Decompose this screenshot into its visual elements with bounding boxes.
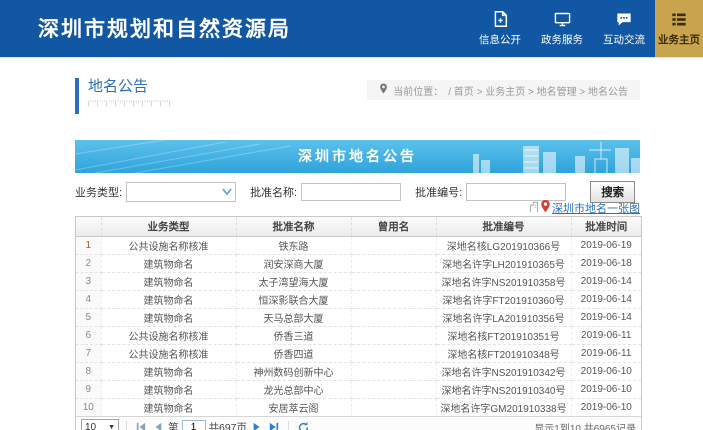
table-row[interactable]: 3建筑物命名太子湾望海大厦深地名许字NS201910358号2019-06-14 <box>76 273 641 291</box>
column-header-code: 批准编号 <box>436 217 571 237</box>
breadcrumb-path[interactable]: / 首页 > 业务主页 > 地名管理 > 地名公告 <box>448 83 628 98</box>
nav-business-home[interactable]: 业务主页 <box>655 0 703 57</box>
building-icon <box>529 200 539 216</box>
site-title: 深圳市规划和自然资源局 <box>38 13 291 43</box>
app-header: 深圳市规划和自然资源局 信息公开 政务服务 互动交流 <box>0 0 703 57</box>
column-header-date: 批准时间 <box>571 217 641 237</box>
code-filter-label: 批准编号: <box>415 184 462 200</box>
page-size-select[interactable]: 10 ▼ <box>81 419 119 430</box>
map-link-label: 深圳市地名一张图 <box>552 200 640 216</box>
next-page-button[interactable] <box>250 422 264 430</box>
total-pages-label: 共697页 <box>209 420 248 430</box>
pagination-bar: 10 ▼ 第 共697页 显示1到10,共6965记录 <box>76 416 641 430</box>
page-number-input[interactable] <box>182 420 206 430</box>
table-row[interactable]: 10建筑物命名安居萃云阁深地名许字GM201910338号2019-06-10 <box>76 399 641 417</box>
pagination-summary: 显示1到10,共6965记录 <box>534 420 636 430</box>
map-pin-icon <box>540 199 551 216</box>
map-link-row: 深圳市地名一张图 <box>75 199 640 215</box>
breadcrumb: 当前位置： / 首页 > 业务主页 > 地名管理 > 地名公告 <box>367 80 640 100</box>
refresh-icon <box>298 422 309 430</box>
page-root: 深圳市规划和自然资源局 信息公开 政务服务 互动交流 <box>0 0 703 430</box>
chevron-down-icon <box>222 187 232 199</box>
results-panel: 业务类型 批准名称 曾用名 批准编号 批准时间 1公共设施名称核准铁东路深地名核… <box>75 216 642 430</box>
top-nav: 信息公开 政务服务 互动交流 业务主页 <box>469 0 703 57</box>
list-banner: 深圳市地名公告 <box>75 140 640 173</box>
nav-label: 信息公开 <box>479 32 521 47</box>
announcements-table: 业务类型 批准名称 曾用名 批准编号 批准时间 1公共设施名称核准铁东路深地名核… <box>76 217 641 416</box>
page-label-prefix: 第 <box>168 420 179 430</box>
nav-info-disclosure[interactable]: 信息公开 <box>469 0 531 57</box>
name-filter-label: 批准名称: <box>250 184 297 200</box>
type-filter-label: 业务类型: <box>75 184 122 200</box>
nav-label: 政务服务 <box>541 32 583 47</box>
nav-gov-services[interactable]: 政务服务 <box>531 0 593 57</box>
table-row[interactable]: 2建筑物命名润安深商大厦深地名许字LH201910365号2019-06-18 <box>76 255 641 273</box>
column-header-type: 业务类型 <box>101 217 236 237</box>
last-page-button[interactable] <box>267 422 281 430</box>
banner-title: 深圳市地名公告 <box>75 140 640 173</box>
caret-down-icon: ▼ <box>108 424 115 430</box>
table-header-row: 业务类型 批准名称 曾用名 批准编号 批准时间 <box>76 217 641 237</box>
section-head: 地名公告 |'''|'''|'''|'''|'''|'''|'''|'''|''… <box>75 78 640 114</box>
nav-interaction[interactable]: 互动交流 <box>593 0 655 57</box>
divider <box>288 421 289 430</box>
column-header-former: 曾用名 <box>351 217 436 237</box>
title-accent-bar <box>75 78 79 114</box>
monitor-icon <box>554 11 571 28</box>
page-size-value: 10 <box>85 422 96 430</box>
first-page-icon <box>136 422 146 430</box>
table-row[interactable]: 5建筑物命名天马总部大厦深地名许字LA201910356号2019-06-14 <box>76 309 641 327</box>
table-row[interactable]: 8建筑物命名神州数码创新中心深地名许字NS201910342号2019-06-1… <box>76 363 641 381</box>
document-icon <box>493 11 508 28</box>
nav-label: 互动交流 <box>603 32 645 47</box>
title-ticks: |'''|'''|'''|'''|'''|'''|'''|'''|'''| <box>88 101 172 107</box>
last-page-icon <box>269 422 279 430</box>
map-link[interactable]: 深圳市地名一张图 <box>529 199 640 216</box>
nav-label: 业务主页 <box>658 32 700 47</box>
column-header-name: 批准名称 <box>236 217 351 237</box>
location-pin-icon <box>379 83 388 97</box>
refresh-button[interactable] <box>296 422 311 430</box>
table-row[interactable]: 4建筑物命名恒深影联合大厦深地名许字FT201910360号2019-06-14 <box>76 291 641 309</box>
prev-page-icon <box>153 422 163 430</box>
column-header-index <box>76 217 101 237</box>
first-page-button[interactable] <box>134 422 148 430</box>
section-title-block: 地名公告 |'''|'''|'''|'''|'''|'''|'''|'''|''… <box>75 78 172 114</box>
table-row[interactable]: 6公共设施名称核准侨香三道深地名核FT201910351号2019-06-11 <box>76 327 641 345</box>
table-row[interactable]: 1公共设施名称核准铁东路深地名核LG201910366号2019-06-19 <box>76 237 641 255</box>
page-title: 地名公告 <box>88 78 172 96</box>
breadcrumb-label: 当前位置： <box>393 83 443 98</box>
table-row[interactable]: 9建筑物命名龙光总部中心深地名许字NS201910340号2019-06-10 <box>76 381 641 399</box>
next-page-icon <box>252 422 262 430</box>
chat-icon <box>616 11 632 28</box>
list-icon <box>671 11 687 28</box>
table-row[interactable]: 7公共设施名称核准侨香四道深地名核FT201910348号2019-06-11 <box>76 345 641 363</box>
divider <box>126 421 127 430</box>
prev-page-button[interactable] <box>151 422 165 430</box>
